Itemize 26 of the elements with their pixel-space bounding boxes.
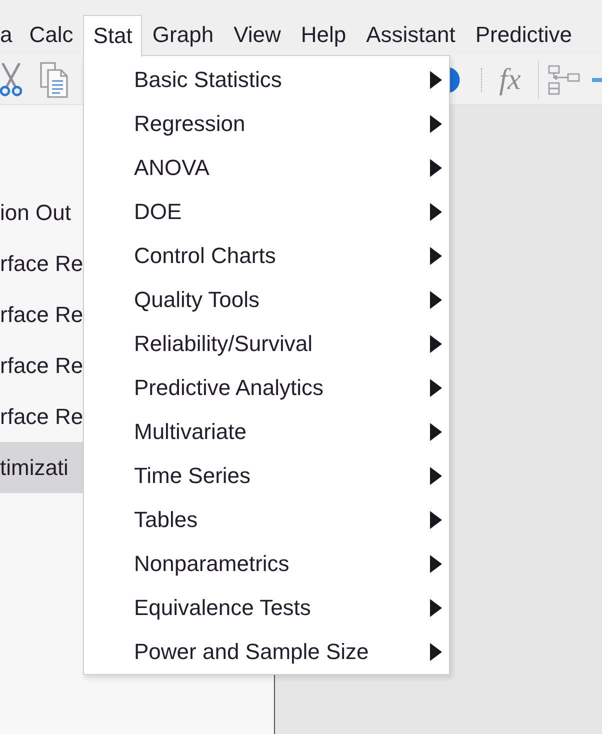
menu-item[interactable]: Control Charts (84, 234, 449, 278)
menu-item[interactable]: Nonparametrics (84, 542, 449, 586)
menu-bar-item[interactable]: Assistant (356, 15, 466, 57)
menu-bar-item[interactable]: Calc (19, 15, 84, 57)
menu-bar-item[interactable]: Graph (142, 15, 224, 57)
menu-bar-item[interactable]: View (224, 15, 291, 57)
menu-item[interactable]: Equivalence Tests (84, 586, 449, 630)
menu-item[interactable]: Reliability/Survival (84, 322, 449, 366)
menu-item[interactable]: Basic Statistics (84, 58, 449, 102)
menu-item[interactable]: Quality Tools (84, 278, 449, 322)
menu-item[interactable]: Regression (84, 102, 449, 146)
menu-item[interactable]: Time Series (84, 454, 449, 498)
menu-item[interactable]: ANOVA (84, 146, 449, 190)
menu-item[interactable]: Predictive Analytics (84, 366, 449, 410)
menu-item[interactable]: Multivariate (84, 410, 449, 454)
menu-bar-item[interactable]: Help (290, 15, 356, 57)
menu-bar-item[interactable]: Stat (83, 15, 142, 57)
menu-item[interactable]: Power and Sample Size (84, 630, 449, 674)
menu-bar-item[interactable]: Predictive (465, 15, 582, 57)
menu-item[interactable]: DOE (84, 190, 449, 234)
menu-item[interactable]: Tables (84, 498, 449, 542)
scissors-icon[interactable] (0, 62, 22, 96)
menu-bar-item[interactable]: a (0, 15, 20, 57)
flowchart-icon[interactable] (548, 64, 580, 94)
dash-icon[interactable] (592, 78, 602, 82)
copy-icon[interactable] (40, 62, 68, 98)
